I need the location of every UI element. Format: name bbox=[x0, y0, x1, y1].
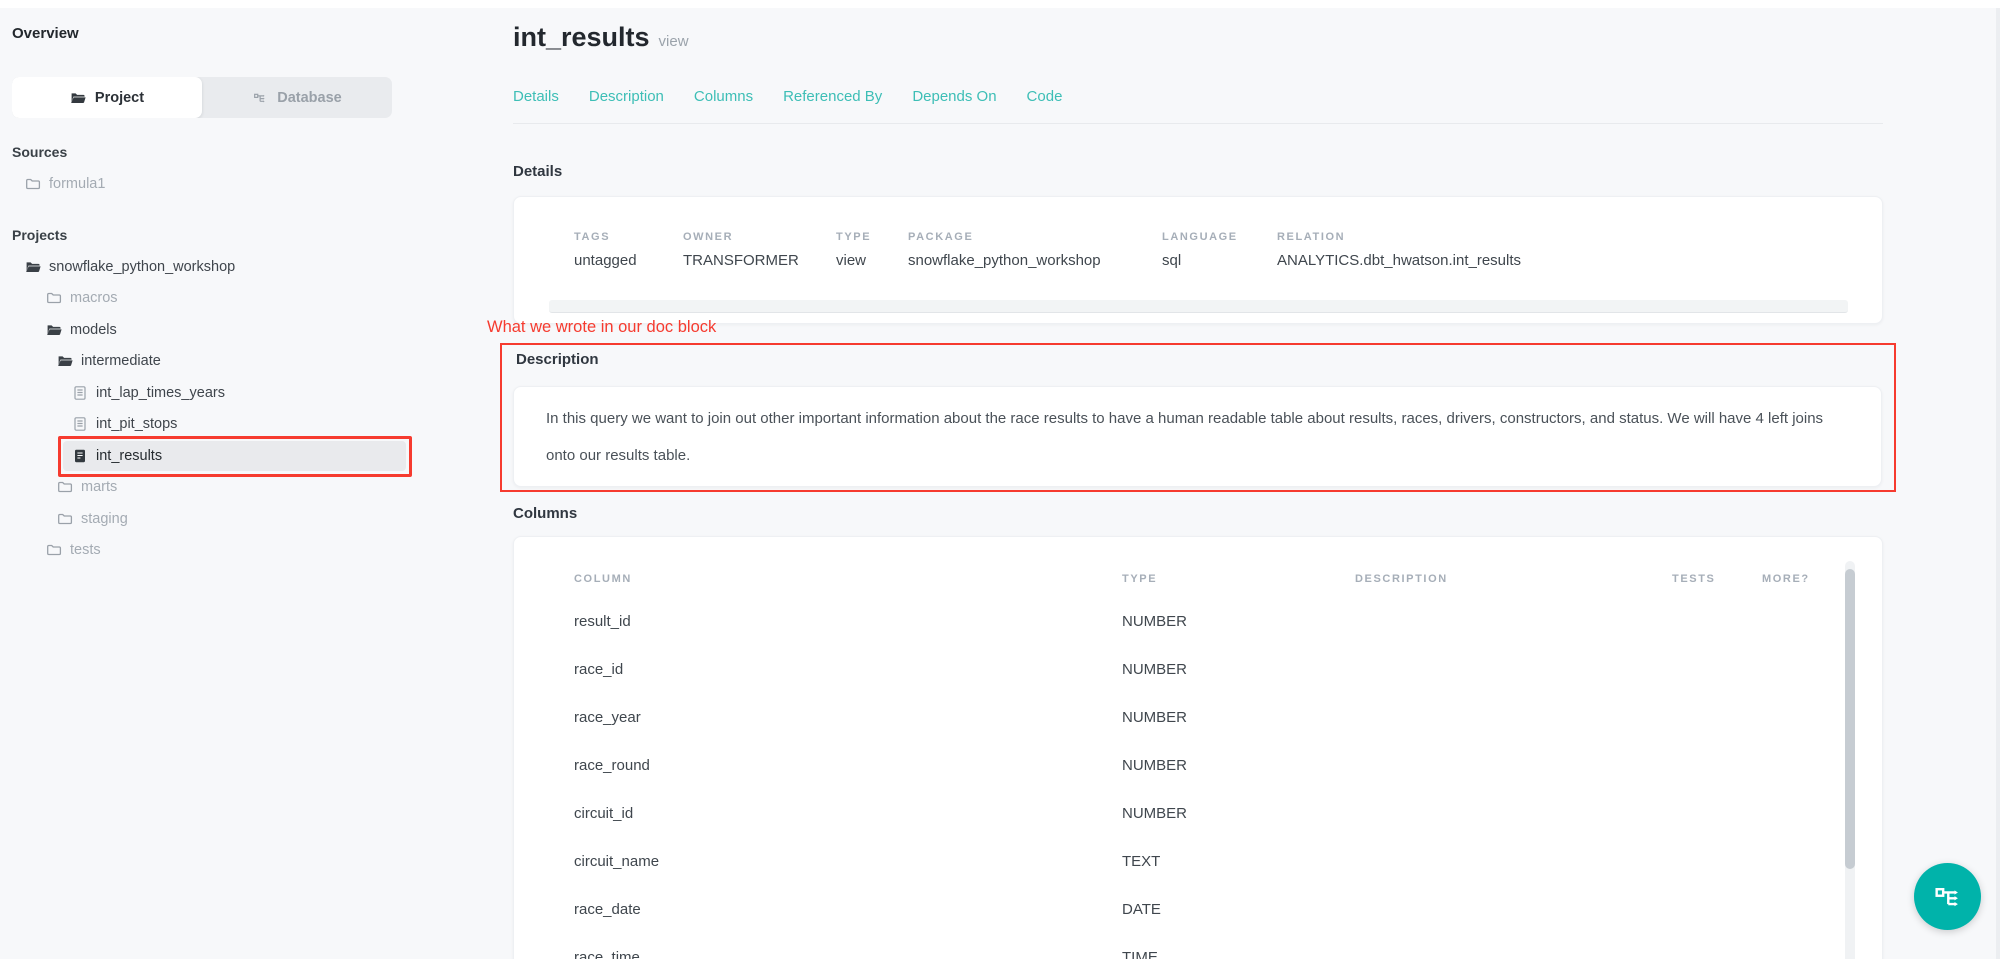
table-row[interactable]: circuit_name TEXT bbox=[574, 837, 1882, 885]
description-card: In this query we want to join out other … bbox=[513, 386, 1882, 487]
cell-column-name: race_date bbox=[574, 901, 1122, 918]
folder-icon bbox=[57, 479, 73, 495]
details-field: PACKAGE snowflake_python_workshop bbox=[908, 231, 1162, 269]
tree-item-label: int_pit_stops bbox=[96, 416, 177, 432]
cell-column-type: NUMBER bbox=[1122, 661, 1355, 678]
columns-section-label: Columns bbox=[513, 505, 577, 522]
cell-column-name: race_round bbox=[574, 757, 1122, 774]
details-card: TAGS untagged OWNER TRANSFORMER TYPE vie… bbox=[513, 196, 1883, 324]
tree-item-label: models bbox=[70, 322, 117, 338]
details-field-value: view bbox=[836, 252, 908, 269]
tree-item-label: intermediate bbox=[81, 353, 161, 369]
document-icon bbox=[72, 385, 88, 401]
details-field: RELATION ANALYTICS.dbt_hwatson.int_resul… bbox=[1277, 231, 1521, 269]
folder-icon bbox=[46, 290, 62, 306]
table-row[interactable]: race_date DATE bbox=[574, 885, 1882, 933]
table-row[interactable]: race_time TIME bbox=[574, 933, 1882, 959]
document-icon bbox=[72, 416, 88, 432]
details-field-label: TYPE bbox=[836, 231, 908, 243]
columns-card: COLUMNTYPEDESCRIPTIONTESTSMORE? result_i… bbox=[513, 536, 1883, 959]
details-section-label: Details bbox=[513, 163, 562, 180]
details-field-label: LANGUAGE bbox=[1162, 231, 1277, 243]
tree-item-label: int_lap_times_years bbox=[96, 385, 225, 401]
details-field: TAGS untagged bbox=[574, 231, 683, 269]
details-field-value: ANALYTICS.dbt_hwatson.int_results bbox=[1277, 252, 1521, 269]
details-fields: TAGS untagged OWNER TRANSFORMER TYPE vie… bbox=[514, 197, 1882, 269]
details-field: LANGUAGE sql bbox=[1162, 231, 1277, 269]
cell-column-name: result_id bbox=[574, 613, 1122, 630]
model-name: int_results bbox=[513, 22, 650, 52]
column-header: TESTS bbox=[1672, 573, 1762, 585]
tab-bar: Details Description Columns Referenced By De… bbox=[513, 88, 1062, 105]
details-field-value: snowflake_python_workshop bbox=[908, 252, 1162, 269]
page-title: int_results view bbox=[513, 22, 689, 53]
details-field-label: RELATION bbox=[1277, 231, 1521, 243]
cell-column-name: race_time bbox=[574, 949, 1122, 959]
folder-icon bbox=[46, 542, 62, 558]
tree-item-label: snowflake_python_workshop bbox=[49, 259, 235, 275]
cell-column-name: race_id bbox=[574, 661, 1122, 678]
model-type-badge: view bbox=[659, 33, 689, 50]
tree-item[interactable]: int_results bbox=[0, 440, 440, 472]
table-row[interactable]: race_year NUMBER bbox=[574, 693, 1882, 741]
column-header: MORE? bbox=[1762, 573, 1810, 585]
cell-column-type: DATE bbox=[1122, 901, 1355, 918]
tab[interactable]: Details bbox=[513, 88, 559, 105]
details-field-value: TRANSFORMER bbox=[683, 252, 836, 269]
tab-divider bbox=[513, 123, 1883, 124]
details-field-value: sql bbox=[1162, 252, 1277, 269]
cell-column-name: circuit_name bbox=[574, 853, 1122, 870]
tab[interactable]: Code bbox=[1027, 88, 1063, 105]
description-section-label: Description bbox=[516, 351, 599, 368]
columns-table-header: COLUMNTYPEDESCRIPTIONTESTSMORE? bbox=[514, 537, 1882, 597]
column-header: DESCRIPTION bbox=[1355, 573, 1672, 585]
tree-item-label: tests bbox=[70, 542, 101, 558]
folder-open-icon bbox=[25, 259, 41, 275]
cell-column-name: race_year bbox=[574, 709, 1122, 726]
tab[interactable]: Referenced By bbox=[783, 88, 882, 105]
folder-icon bbox=[25, 176, 41, 192]
description-text: In this query we want to join out other … bbox=[514, 387, 1866, 487]
cell-column-type: NUMBER bbox=[1122, 805, 1355, 822]
lineage-graph-button[interactable] bbox=[1914, 863, 1981, 930]
details-field-label: TAGS bbox=[574, 231, 683, 243]
tree-item-label: formula1 bbox=[49, 176, 105, 192]
details-field-label: PACKAGE bbox=[908, 231, 1162, 243]
details-field-label: OWNER bbox=[683, 231, 836, 243]
details-horizontal-scrollbar[interactable] bbox=[549, 300, 1848, 313]
folder-open-icon bbox=[46, 322, 62, 338]
tree-item-label: macros bbox=[70, 290, 118, 306]
top-edge-strip bbox=[0, 0, 2000, 8]
cell-column-type: TIME bbox=[1122, 949, 1355, 959]
tab[interactable]: Depends On bbox=[912, 88, 996, 105]
tree-item-label: int_results bbox=[96, 448, 162, 464]
cell-column-name: circuit_id bbox=[574, 805, 1122, 822]
table-row[interactable]: result_id NUMBER bbox=[574, 597, 1882, 645]
tree-item-label: staging bbox=[81, 511, 128, 527]
cell-column-type: NUMBER bbox=[1122, 709, 1355, 726]
cell-column-type: NUMBER bbox=[1122, 757, 1355, 774]
table-row[interactable]: race_id NUMBER bbox=[574, 645, 1882, 693]
main-content: int_resultsview DetailsDescriptionColumn… bbox=[0, 8, 2000, 959]
tab[interactable]: Columns bbox=[694, 88, 753, 105]
details-field-value: untagged bbox=[574, 252, 683, 269]
document-filled-icon bbox=[72, 448, 88, 464]
columns-scrollbar-thumb[interactable] bbox=[1845, 569, 1855, 869]
details-field: TYPE view bbox=[836, 231, 908, 269]
lineage-graph-icon bbox=[1931, 880, 1965, 914]
details-field: OWNER TRANSFORMER bbox=[683, 231, 836, 269]
cell-column-type: TEXT bbox=[1122, 853, 1355, 870]
annotation-text: What we wrote in our doc block bbox=[487, 318, 716, 337]
tab[interactable]: Description bbox=[589, 88, 664, 105]
column-header: TYPE bbox=[1122, 573, 1355, 585]
table-row[interactable]: race_round NUMBER bbox=[574, 741, 1882, 789]
column-header: COLUMN bbox=[574, 573, 1122, 585]
folder-open-icon bbox=[57, 353, 73, 369]
cell-column-type: NUMBER bbox=[1122, 613, 1355, 630]
columns-table-body: result_id NUMBER race_id NUMBER race_yea… bbox=[514, 597, 1882, 959]
folder-icon bbox=[57, 511, 73, 527]
tree-item-label: marts bbox=[81, 479, 117, 495]
table-row[interactable]: circuit_id NUMBER bbox=[574, 789, 1882, 837]
